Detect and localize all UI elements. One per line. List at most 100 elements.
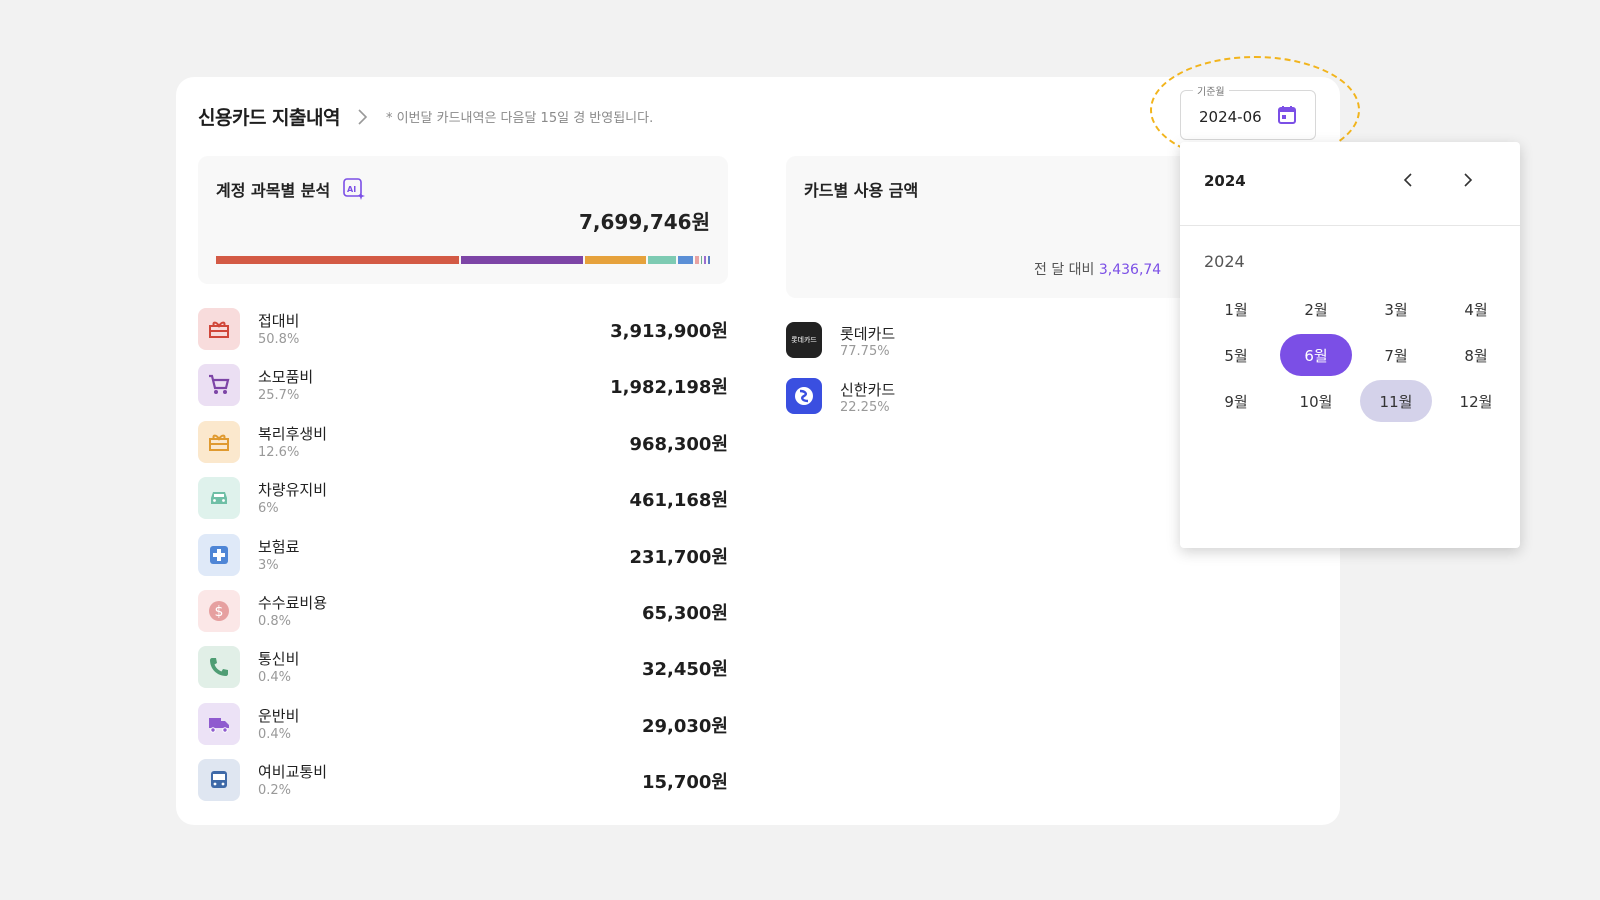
month-option[interactable]: 7월 <box>1360 334 1432 376</box>
month-option[interactable]: 1월 <box>1200 288 1272 330</box>
share-bar-segment <box>585 256 646 264</box>
card-logo-text: 롯데카드 <box>791 336 817 344</box>
calendar-icon[interactable] <box>1277 105 1297 125</box>
category-percent: 3% <box>258 557 279 573</box>
chevron-left-icon <box>1403 173 1412 187</box>
prev-year-button[interactable] <box>1396 168 1420 192</box>
category-amount: 3,913,900원 <box>610 321 728 342</box>
share-bar-segment <box>678 256 693 264</box>
category-row[interactable]: 소모품비 25.7% 1,982,198원 <box>198 364 728 420</box>
card-row[interactable]: 신한카드 22.25% <box>786 378 1186 434</box>
card-logo <box>786 378 822 414</box>
category-percent: 6% <box>258 501 279 517</box>
analysis-panel: 계정 과목별 분석 AI 7,699,746원 <box>198 156 728 284</box>
category-percent: 50.8% <box>258 332 300 347</box>
cart-icon <box>198 364 240 407</box>
notice-text: * 이번달 카드내역은 다음달 15일 경 반영됩니다. <box>385 111 654 126</box>
share-bar-segment <box>647 256 677 264</box>
card-row[interactable]: 롯데카드 롯데카드 77.75% <box>786 322 1186 378</box>
card-usage-title: 카드별 사용 금액 <box>804 181 919 200</box>
card-name: 신한카드 <box>840 381 896 399</box>
share-bar-segment <box>694 256 699 264</box>
gift-icon <box>198 308 240 350</box>
car-icon <box>198 477 240 520</box>
category-percent: 0.8% <box>258 613 292 629</box>
share-bar-segment <box>460 256 584 264</box>
month-option[interactable]: 12월 <box>1440 380 1512 422</box>
category-amount: 65,300원 <box>641 602 728 624</box>
category-percent: 0.4% <box>258 726 292 742</box>
gift-icon <box>198 420 240 463</box>
month-picker-subyear: 2024 <box>1204 252 1245 271</box>
category-row[interactable]: 복리후생비 12.6% 968,300원 <box>198 420 728 477</box>
category-row[interactable]: 차량유지비 6% 461,168원 <box>198 477 728 533</box>
category-row[interactable]: 통신비 0.4% 32,450원 <box>198 646 728 702</box>
page-header: 신용카드 지출내역 * 이번달 카드내역은 다음달 15일 경 반영됩니다. <box>198 103 653 130</box>
date-field-label: 기준월 <box>1193 83 1229 98</box>
bus-icon <box>198 759 240 802</box>
month-option[interactable]: 10월 <box>1280 380 1352 422</box>
category-row[interactable]: 여비교통비 0.2% 15,700원 <box>198 759 728 815</box>
card-name: 롯데카드 <box>840 325 896 343</box>
month-option[interactable]: 4월 <box>1440 288 1512 330</box>
analysis-total: 7,699,746원 <box>578 210 710 234</box>
category-name: 여비교통비 <box>258 763 328 782</box>
month-option[interactable]: 5월 <box>1200 334 1272 376</box>
share-bar-segment <box>700 256 703 264</box>
shinhan-logo-icon <box>795 387 813 405</box>
category-row[interactable]: 보험료 3% 231,700원 <box>198 533 728 590</box>
month-date-field[interactable]: 기준월 2024-06 <box>1180 83 1316 140</box>
month-picker-year[interactable]: 2024 <box>1204 172 1246 190</box>
truck-icon <box>198 702 240 745</box>
card-percent: 22.25% <box>840 400 890 415</box>
share-bar-segment <box>216 256 459 264</box>
category-amount: 15,700원 <box>641 772 728 794</box>
category-amount: 968,300원 <box>629 433 728 455</box>
month-option[interactable]: 2월 <box>1280 288 1352 330</box>
compare-text: 전 달 대비 3,436,74 <box>1034 259 1161 279</box>
category-name: 운반비 <box>258 706 300 725</box>
svg-text:AI: AI <box>347 185 356 194</box>
month-option[interactable]: 8월 <box>1440 334 1512 376</box>
month-option[interactable]: 9월 <box>1200 380 1272 422</box>
svg-text:$: $ <box>215 604 224 620</box>
ai-icon[interactable]: AI <box>342 177 366 201</box>
month-option[interactable]: 11월 <box>1360 380 1432 422</box>
category-row[interactable]: $ 수수료비용 0.8% 65,300원 <box>198 589 728 646</box>
card-logo: 롯데카드 <box>786 322 822 358</box>
month-picker-popup: 2024 2024 1월 2월 3월 4월 5월 6월 7월 8월 9월 10월 11월 12월 <box>1180 142 1520 548</box>
next-year-button[interactable] <box>1456 168 1480 192</box>
chevron-right-icon[interactable] <box>356 108 368 126</box>
card-percent: 77.75% <box>840 344 890 359</box>
date-field-value[interactable]: 2024-06 <box>1199 108 1262 126</box>
compare-value: 3,436,74 <box>1098 262 1162 278</box>
share-bar-segment <box>704 256 707 264</box>
chevron-right-icon <box>1464 173 1473 187</box>
category-name: 통신비 <box>258 650 300 669</box>
month-option[interactable]: 3월 <box>1360 288 1432 330</box>
share-bar <box>216 256 710 264</box>
card-list: 롯데카드 롯데카드 77.75% 신한카드 22.25% <box>786 322 1186 434</box>
category-amount: 29,030원 <box>641 715 728 737</box>
category-amount: 32,450원 <box>641 659 728 681</box>
category-row[interactable]: 접대비 50.8% 3,913,900원 <box>198 308 728 364</box>
analysis-title-row: 계정 과목별 분석 AI <box>216 177 366 201</box>
category-list: 접대비 50.8% 3,913,900원 소모품비 25.7% 1,982,198원 복리후… <box>198 308 728 816</box>
category-amount: 461,168원 <box>629 490 728 512</box>
compare-label: 전 달 대비 <box>1034 262 1095 278</box>
dollar-coin-icon: $ <box>198 589 240 632</box>
category-row[interactable]: 운반비 0.4% 29,030원 <box>198 702 728 759</box>
medical-cross-icon <box>198 533 240 576</box>
share-bar-segment <box>708 256 710 264</box>
category-name: 접대비 <box>258 312 300 330</box>
month-option[interactable]: 6월 <box>1280 334 1352 376</box>
category-name: 소모품비 <box>258 368 314 387</box>
category-name: 보험료 <box>258 537 300 556</box>
category-percent: 0.2% <box>258 783 292 799</box>
month-picker-header: 2024 <box>1180 142 1520 226</box>
category-percent: 0.4% <box>258 670 292 686</box>
category-name: 수수료비용 <box>258 593 328 612</box>
category-amount: 1,982,198원 <box>610 377 728 399</box>
category-name: 복리후생비 <box>258 424 328 443</box>
month-grid: 1월 2월 3월 4월 5월 6월 7월 8월 9월 10월 11월 12월 <box>1196 288 1516 422</box>
